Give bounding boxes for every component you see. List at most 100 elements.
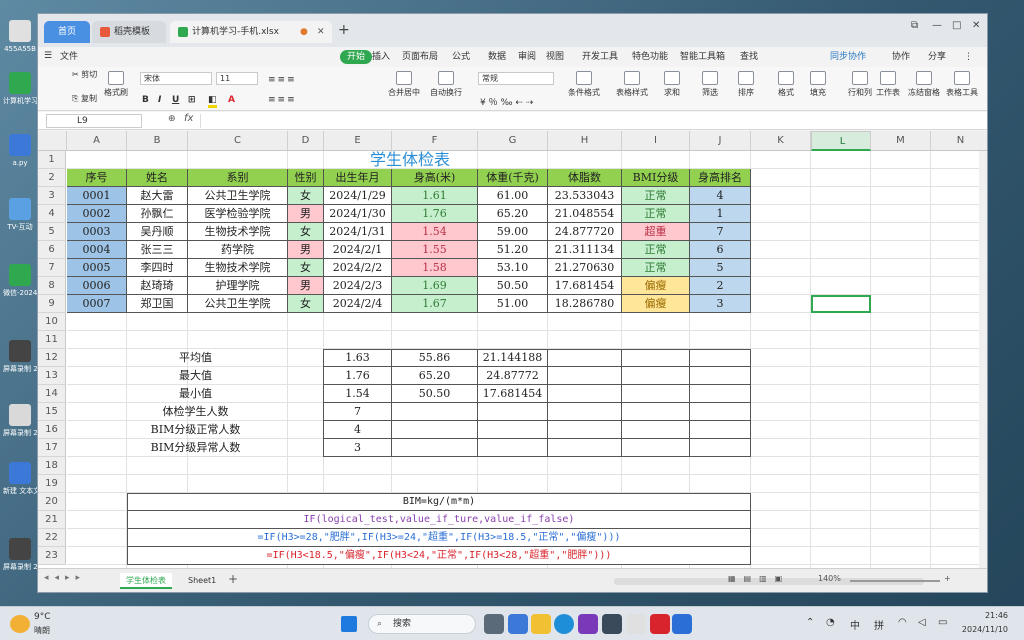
- column-header-F[interactable]: F: [392, 131, 478, 151]
- column-header-A[interactable]: A: [67, 131, 127, 151]
- data-cell[interactable]: 1.55: [392, 241, 478, 259]
- data-cell[interactable]: 郑卫国: [127, 295, 188, 313]
- sync-collab-button[interactable]: 同步协作: [828, 50, 868, 64]
- column-title-cell[interactable]: 性别: [288, 169, 324, 187]
- ribbon-5-button[interactable]: 筛选: [702, 71, 718, 98]
- ribbon-3-button[interactable]: 表格样式: [616, 71, 648, 98]
- data-cell[interactable]: 2024/1/31: [324, 223, 392, 241]
- format-painter-button[interactable]: 格式刷: [104, 71, 128, 98]
- row-header-19[interactable]: 19: [38, 475, 66, 493]
- data-cell[interactable]: 24.877720: [548, 223, 622, 241]
- data-cell[interactable]: 51.00: [478, 295, 548, 313]
- data-cell[interactable]: 0003: [67, 223, 127, 241]
- data-cell[interactable]: 李四时: [127, 259, 188, 277]
- onenote-icon[interactable]: [578, 614, 598, 634]
- row-header-23[interactable]: 23: [38, 547, 66, 565]
- camera-app-icon[interactable]: [508, 614, 528, 634]
- data-cell[interactable]: 公共卫生学院: [188, 295, 288, 313]
- data-cell[interactable]: 23.533043: [548, 187, 622, 205]
- ribbon-7-button[interactable]: 格式: [778, 71, 794, 98]
- column-header-C[interactable]: C: [188, 131, 288, 151]
- data-cell[interactable]: 1.76: [392, 205, 478, 223]
- italic-button[interactable]: I: [158, 95, 161, 105]
- data-cell[interactable]: 2024/2/1: [324, 241, 392, 259]
- desktop-shortcut[interactable]: 屏幕录制 2024-10: [3, 338, 37, 400]
- stat-empty-cell[interactable]: [690, 403, 751, 421]
- formula-note-cell[interactable]: =IF(H3>=28,"肥胖",IF(H3>=24,"超重",IF(H3>=18…: [127, 529, 751, 547]
- tab-docer-templates[interactable]: 稻壳模板: [92, 21, 166, 43]
- desktop-shortcut[interactable]: 微信-2024112: [3, 262, 37, 324]
- wifi-icon[interactable]: ◠: [898, 617, 907, 628]
- stat-value-cell[interactable]: 21.144188: [478, 349, 548, 367]
- stat-label-cell[interactable]: 平均值: [67, 349, 324, 367]
- stat-value-cell[interactable]: 50.50: [392, 385, 478, 403]
- stat-label-cell[interactable]: BIM分级异常人数: [67, 439, 324, 457]
- column-title-cell[interactable]: 出生年月: [324, 169, 392, 187]
- stat-value-cell[interactable]: [478, 421, 548, 439]
- data-cell[interactable]: 4: [690, 187, 751, 205]
- data-cell[interactable]: 50.50: [478, 277, 548, 295]
- taskbar-search-box[interactable]: ⌕ 搜索: [368, 614, 476, 634]
- font-size-select[interactable]: 11: [216, 72, 258, 85]
- font-family-select[interactable]: 宋体: [140, 72, 212, 85]
- formula-input[interactable]: [200, 114, 980, 128]
- data-cell[interactable]: 女: [288, 187, 324, 205]
- row-header-1[interactable]: 1: [38, 151, 66, 169]
- zoom-slider[interactable]: [850, 580, 940, 582]
- selected-cell-L9[interactable]: [811, 295, 871, 313]
- collaborate-button[interactable]: 协作: [890, 50, 912, 64]
- edge-browser-icon[interactable]: [554, 614, 574, 634]
- desktop-shortcut[interactable]: 新建 文本文档 (2).doc: [3, 460, 37, 522]
- row-header-12[interactable]: 12: [38, 349, 66, 367]
- column-title-cell[interactable]: 体重(千克): [478, 169, 548, 187]
- data-cell[interactable]: 59.00: [478, 223, 548, 241]
- stat-value-cell[interactable]: 65.20: [392, 367, 478, 385]
- data-cell[interactable]: 0001: [67, 187, 127, 205]
- data-cell[interactable]: 药学院: [188, 241, 288, 259]
- row-header-15[interactable]: 15: [38, 403, 66, 421]
- column-title-cell[interactable]: 身高排名: [690, 169, 751, 187]
- view-mode-icons[interactable]: ▦▤▥▣: [728, 574, 790, 583]
- data-cell[interactable]: 3: [690, 295, 751, 313]
- stat-value-cell[interactable]: [392, 439, 478, 457]
- stat-empty-cell[interactable]: [548, 421, 622, 439]
- column-title-cell[interactable]: 序号: [67, 169, 127, 187]
- network-icon[interactable]: ◔: [826, 617, 835, 628]
- column-header-L[interactable]: L: [811, 131, 871, 151]
- weather-temp[interactable]: 9°C: [34, 612, 51, 622]
- indent-icons[interactable]: ≡≡≡: [268, 95, 297, 105]
- data-cell[interactable]: 1.67: [392, 295, 478, 313]
- data-cell[interactable]: 65.20: [478, 205, 548, 223]
- stat-value-cell[interactable]: 55.86: [392, 349, 478, 367]
- stat-empty-cell[interactable]: [690, 385, 751, 403]
- data-cell[interactable]: 孙飘仁: [127, 205, 188, 223]
- desktop-shortcut[interactable]: 屏幕录制 2024-10: [3, 402, 37, 464]
- column-title-cell[interactable]: 姓名: [127, 169, 188, 187]
- store-app-icon[interactable]: [602, 614, 622, 634]
- select-all-corner[interactable]: [38, 131, 67, 151]
- menu-8[interactable]: 开发工具: [580, 50, 620, 64]
- data-cell[interactable]: 公共卫生学院: [188, 187, 288, 205]
- data-cell[interactable]: 2024/2/2: [324, 259, 392, 277]
- data-cell[interactable]: 2024/2/3: [324, 277, 392, 295]
- stat-empty-cell[interactable]: [548, 385, 622, 403]
- spreadsheet-grid[interactable]: A B C D E F G H I J K L M N 1 2 3 4 5 6 7 8 9 10 11 12 13 14 15 16 17 1…: [38, 131, 987, 568]
- data-cell[interactable]: 0007: [67, 295, 127, 313]
- vertical-scrollbar[interactable]: [979, 151, 987, 568]
- stat-empty-cell[interactable]: [622, 349, 690, 367]
- row-header-14[interactable]: 14: [38, 385, 66, 403]
- ribbon-6-button[interactable]: 排序: [738, 71, 754, 98]
- alignment-icons[interactable]: ≡≡≡: [268, 75, 297, 85]
- stat-label-cell[interactable]: 最大值: [67, 367, 324, 385]
- data-cell[interactable]: 女: [288, 295, 324, 313]
- stat-empty-cell[interactable]: [690, 367, 751, 385]
- menu-1[interactable]: 开始: [340, 50, 373, 64]
- row-header-4[interactable]: 4: [38, 205, 66, 223]
- stat-empty-cell[interactable]: [622, 367, 690, 385]
- data-cell[interactable]: 正常: [622, 187, 690, 205]
- volume-icon[interactable]: ◁: [918, 617, 926, 628]
- window-box-icon[interactable]: ⧉: [911, 20, 918, 31]
- row-header-10[interactable]: 10: [38, 313, 66, 331]
- data-cell[interactable]: 2024/1/29: [324, 187, 392, 205]
- column-header-E[interactable]: E: [324, 131, 392, 151]
